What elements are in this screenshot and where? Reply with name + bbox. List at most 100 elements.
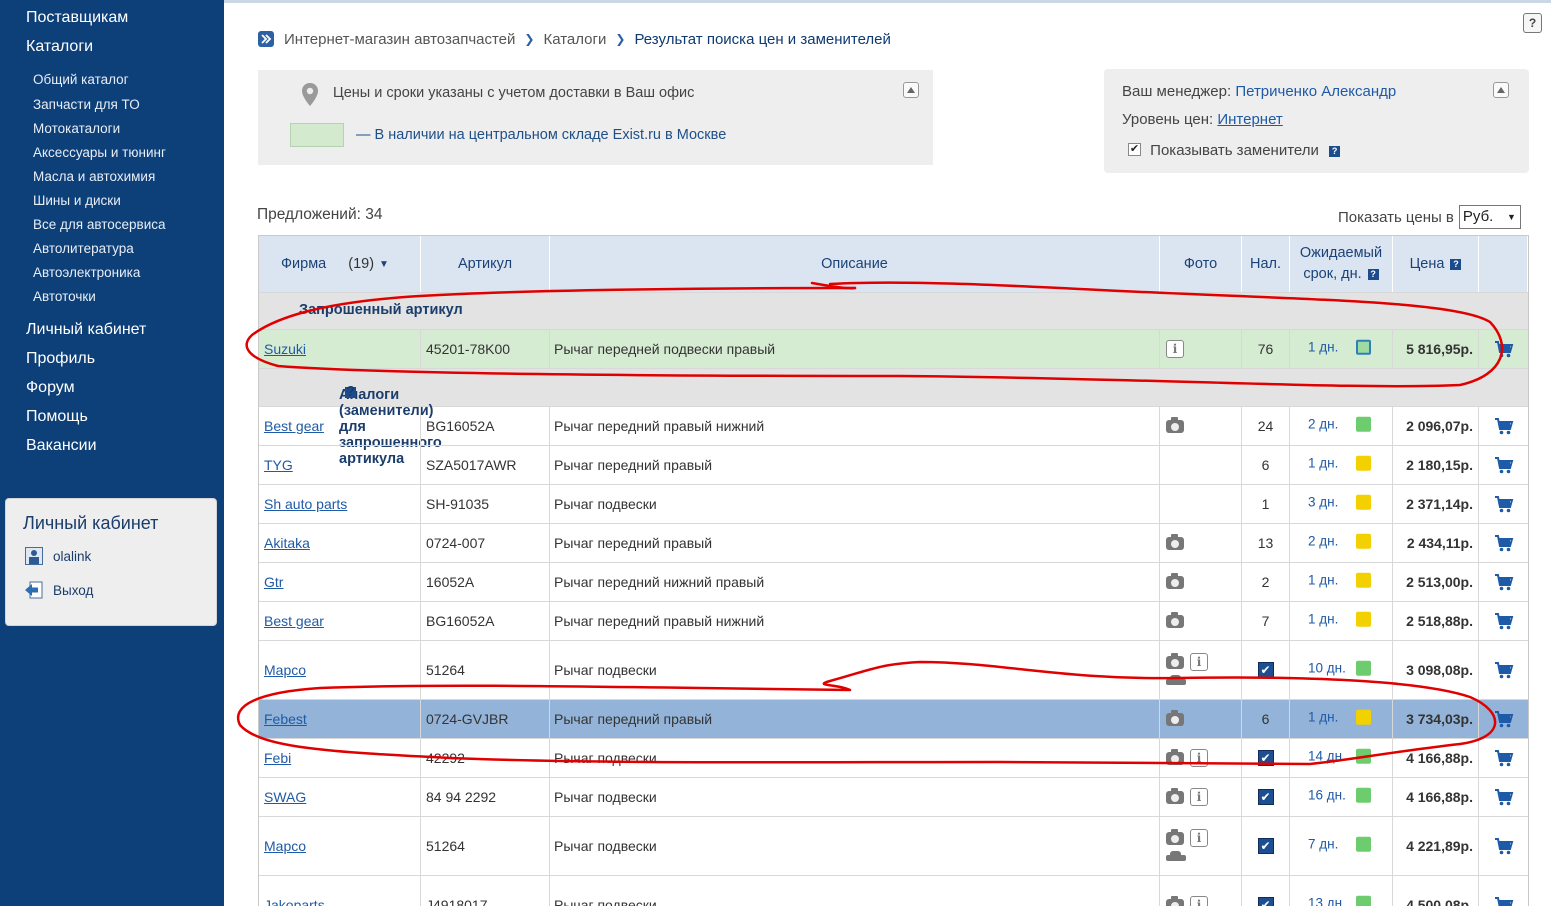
header-term[interactable]: Ожидаемый срок, дн.? bbox=[1290, 236, 1393, 292]
collapse-up-icon[interactable] bbox=[1493, 82, 1509, 98]
firm-cell: Gtr bbox=[259, 563, 421, 601]
header-description[interactable]: Описание bbox=[550, 236, 1160, 292]
nav-vacancies[interactable]: Вакансии bbox=[26, 437, 97, 455]
nav-autopoints[interactable]: Автоточки bbox=[33, 289, 96, 304]
add-to-cart-button[interactable] bbox=[1479, 876, 1528, 906]
nav-service[interactable]: Все для автосервиса bbox=[33, 217, 166, 232]
nav-oils[interactable]: Масла и автохимия bbox=[33, 169, 155, 184]
firm-link[interactable]: Best gear bbox=[264, 613, 324, 629]
show-substitutes-checkbox[interactable]: ✔ bbox=[1128, 142, 1141, 156]
firm-link[interactable]: Febi bbox=[264, 750, 291, 766]
table-row[interactable]: SWAG 84 94 2292 Рычаг подвески i ✔ 16 дн. 4 16… bbox=[259, 778, 1528, 817]
nav-electronics[interactable]: Автоэлектроника bbox=[33, 265, 140, 280]
table-row[interactable]: Best gear BG16052A Рычаг передний правый н… bbox=[259, 602, 1528, 641]
question-icon[interactable]: ? bbox=[1450, 258, 1462, 270]
logout-link[interactable]: Выход bbox=[24, 579, 93, 601]
firm-link[interactable]: Gtr bbox=[264, 574, 283, 590]
firm-link[interactable]: Best gear bbox=[264, 418, 324, 434]
info-icon[interactable]: i bbox=[1190, 749, 1208, 767]
firm-link[interactable]: SWAG bbox=[264, 789, 306, 805]
add-to-cart-button[interactable] bbox=[1479, 446, 1528, 484]
nav-suppliers[interactable]: Поставщикам bbox=[26, 9, 128, 27]
camera-icon[interactable] bbox=[1166, 748, 1184, 765]
info-icon[interactable]: i bbox=[1190, 788, 1208, 806]
camera-icon[interactable] bbox=[1166, 533, 1184, 550]
table-row[interactable]: Sh auto parts SH-91035 Рычаг подвески 1 3 дн… bbox=[259, 485, 1528, 524]
question-icon[interactable]: ? bbox=[1367, 268, 1379, 280]
question-icon[interactable]: ? bbox=[345, 385, 356, 399]
add-to-cart-button[interactable] bbox=[1479, 485, 1528, 523]
car-icon[interactable] bbox=[1166, 675, 1186, 687]
currency-select[interactable]: Руб. bbox=[1458, 205, 1521, 229]
account-user-link[interactable]: olalink bbox=[24, 545, 91, 567]
help-icon[interactable]: ? bbox=[1523, 13, 1542, 33]
firm-link[interactable]: Jakoparts bbox=[264, 897, 325, 906]
firm-link[interactable]: TYG bbox=[264, 457, 293, 473]
section-requested-label: Запрошенный артикул bbox=[299, 302, 463, 318]
table-row[interactable]: Mapco 51264 Рычаг подвески i ✔ 7 дн. 4 221,89р… bbox=[259, 817, 1528, 876]
add-to-cart-button[interactable] bbox=[1479, 330, 1528, 368]
firm-link[interactable]: Akitaka bbox=[264, 535, 310, 551]
camera-icon[interactable] bbox=[1166, 709, 1184, 726]
add-to-cart-button[interactable] bbox=[1479, 524, 1528, 562]
info-icon[interactable]: i bbox=[1166, 340, 1184, 358]
add-to-cart-button[interactable] bbox=[1479, 641, 1528, 699]
header-price[interactable]: Цена ? bbox=[1393, 236, 1479, 292]
info-icon[interactable]: i bbox=[1190, 653, 1208, 671]
header-stock[interactable]: Нал. bbox=[1242, 236, 1290, 292]
nav-tires[interactable]: Шины и диски bbox=[33, 193, 121, 208]
car-icon[interactable] bbox=[1166, 851, 1186, 863]
firm-link[interactable]: Mapco bbox=[264, 662, 306, 678]
info-icon[interactable]: i bbox=[1190, 829, 1208, 847]
nav-literature[interactable]: Автолитература bbox=[33, 241, 134, 256]
manager-name-link[interactable]: Петриченко Александр bbox=[1235, 83, 1396, 100]
home-arrows-icon[interactable] bbox=[258, 31, 274, 47]
table-row-requested[interactable]: Suzuki 45201-78K00 Рычаг передней подвес… bbox=[259, 330, 1528, 369]
dropdown-arrow-icon[interactable]: ▼ bbox=[379, 259, 389, 270]
add-to-cart-button[interactable] bbox=[1479, 778, 1528, 816]
add-to-cart-button[interactable] bbox=[1479, 700, 1528, 738]
camera-icon[interactable] bbox=[1166, 416, 1184, 433]
table-row[interactable]: Mapco 51264 Рычаг подвески i ✔ 10 дн. 3 098,08… bbox=[259, 641, 1528, 700]
camera-icon[interactable] bbox=[1166, 572, 1184, 589]
add-to-cart-button[interactable] bbox=[1479, 407, 1528, 445]
nav-catalogs[interactable]: Каталоги bbox=[26, 38, 93, 56]
header-article[interactable]: Артикул bbox=[421, 236, 550, 292]
camera-icon[interactable] bbox=[1166, 611, 1184, 628]
nav-moto-catalogs[interactable]: Мотокаталоги bbox=[33, 121, 120, 136]
header-firm[interactable]: Фирма (19) ▼ bbox=[259, 236, 421, 292]
breadcrumb-catalogs[interactable]: Каталоги bbox=[543, 31, 606, 48]
camera-icon[interactable] bbox=[1166, 652, 1184, 669]
nav-general-catalog[interactable]: Общий каталог bbox=[33, 72, 129, 87]
camera-icon[interactable] bbox=[1166, 828, 1184, 845]
question-icon[interactable]: ? bbox=[1329, 145, 1341, 157]
table-row[interactable]: Best gear BG16052A Рычаг передний правый н… bbox=[259, 407, 1528, 446]
firm-link[interactable]: Sh auto parts bbox=[264, 496, 347, 512]
add-to-cart-button[interactable] bbox=[1479, 817, 1528, 875]
nav-profile[interactable]: Профиль bbox=[26, 350, 95, 368]
price-level-link[interactable]: Интернет bbox=[1217, 111, 1282, 128]
nav-maintenance-parts[interactable]: Запчасти для ТО bbox=[33, 97, 140, 112]
nav-forum[interactable]: Форум bbox=[26, 379, 75, 397]
camera-icon[interactable] bbox=[1166, 787, 1184, 804]
table-row[interactable]: Jakoparts J4918017 Рычаг подвески i ✔ 13 дн. 4… bbox=[259, 876, 1528, 906]
table-row[interactable]: Akitaka 0724-007 Рычаг передний правый 13 2 … bbox=[259, 524, 1528, 563]
firm-link[interactable]: Suzuki bbox=[264, 341, 306, 357]
nav-accessories[interactable]: Аксессуары и тюнинг bbox=[33, 145, 166, 160]
camera-icon[interactable] bbox=[1166, 895, 1184, 906]
photo-cell: i bbox=[1160, 876, 1242, 906]
table-row-selected[interactable]: Febest 0724-GVJBR Рычаг передний правый 6 1 … bbox=[259, 700, 1528, 739]
table-row[interactable]: Gtr 16052A Рычаг передний нижний правый 2 1 … bbox=[259, 563, 1528, 602]
info-icon[interactable]: i bbox=[1190, 896, 1208, 906]
table-row[interactable]: Febi 42292 Рычаг подвески i ✔ 14 дн. 4 166,88р… bbox=[259, 739, 1528, 778]
add-to-cart-button[interactable] bbox=[1479, 739, 1528, 777]
breadcrumb-shop[interactable]: Интернет-магазин автозапчастей bbox=[284, 31, 515, 48]
add-to-cart-button[interactable] bbox=[1479, 602, 1528, 640]
firm-link[interactable]: Febest bbox=[264, 711, 307, 727]
nav-help[interactable]: Помощь bbox=[26, 408, 88, 426]
table-row[interactable]: TYG SZA5017AWR Рычаг передний правый 6 1 дн.… bbox=[259, 446, 1528, 485]
add-to-cart-button[interactable] bbox=[1479, 563, 1528, 601]
collapse-up-icon[interactable] bbox=[903, 82, 919, 98]
nav-account[interactable]: Личный кабинет bbox=[26, 321, 146, 339]
firm-link[interactable]: Mapco bbox=[264, 838, 306, 854]
